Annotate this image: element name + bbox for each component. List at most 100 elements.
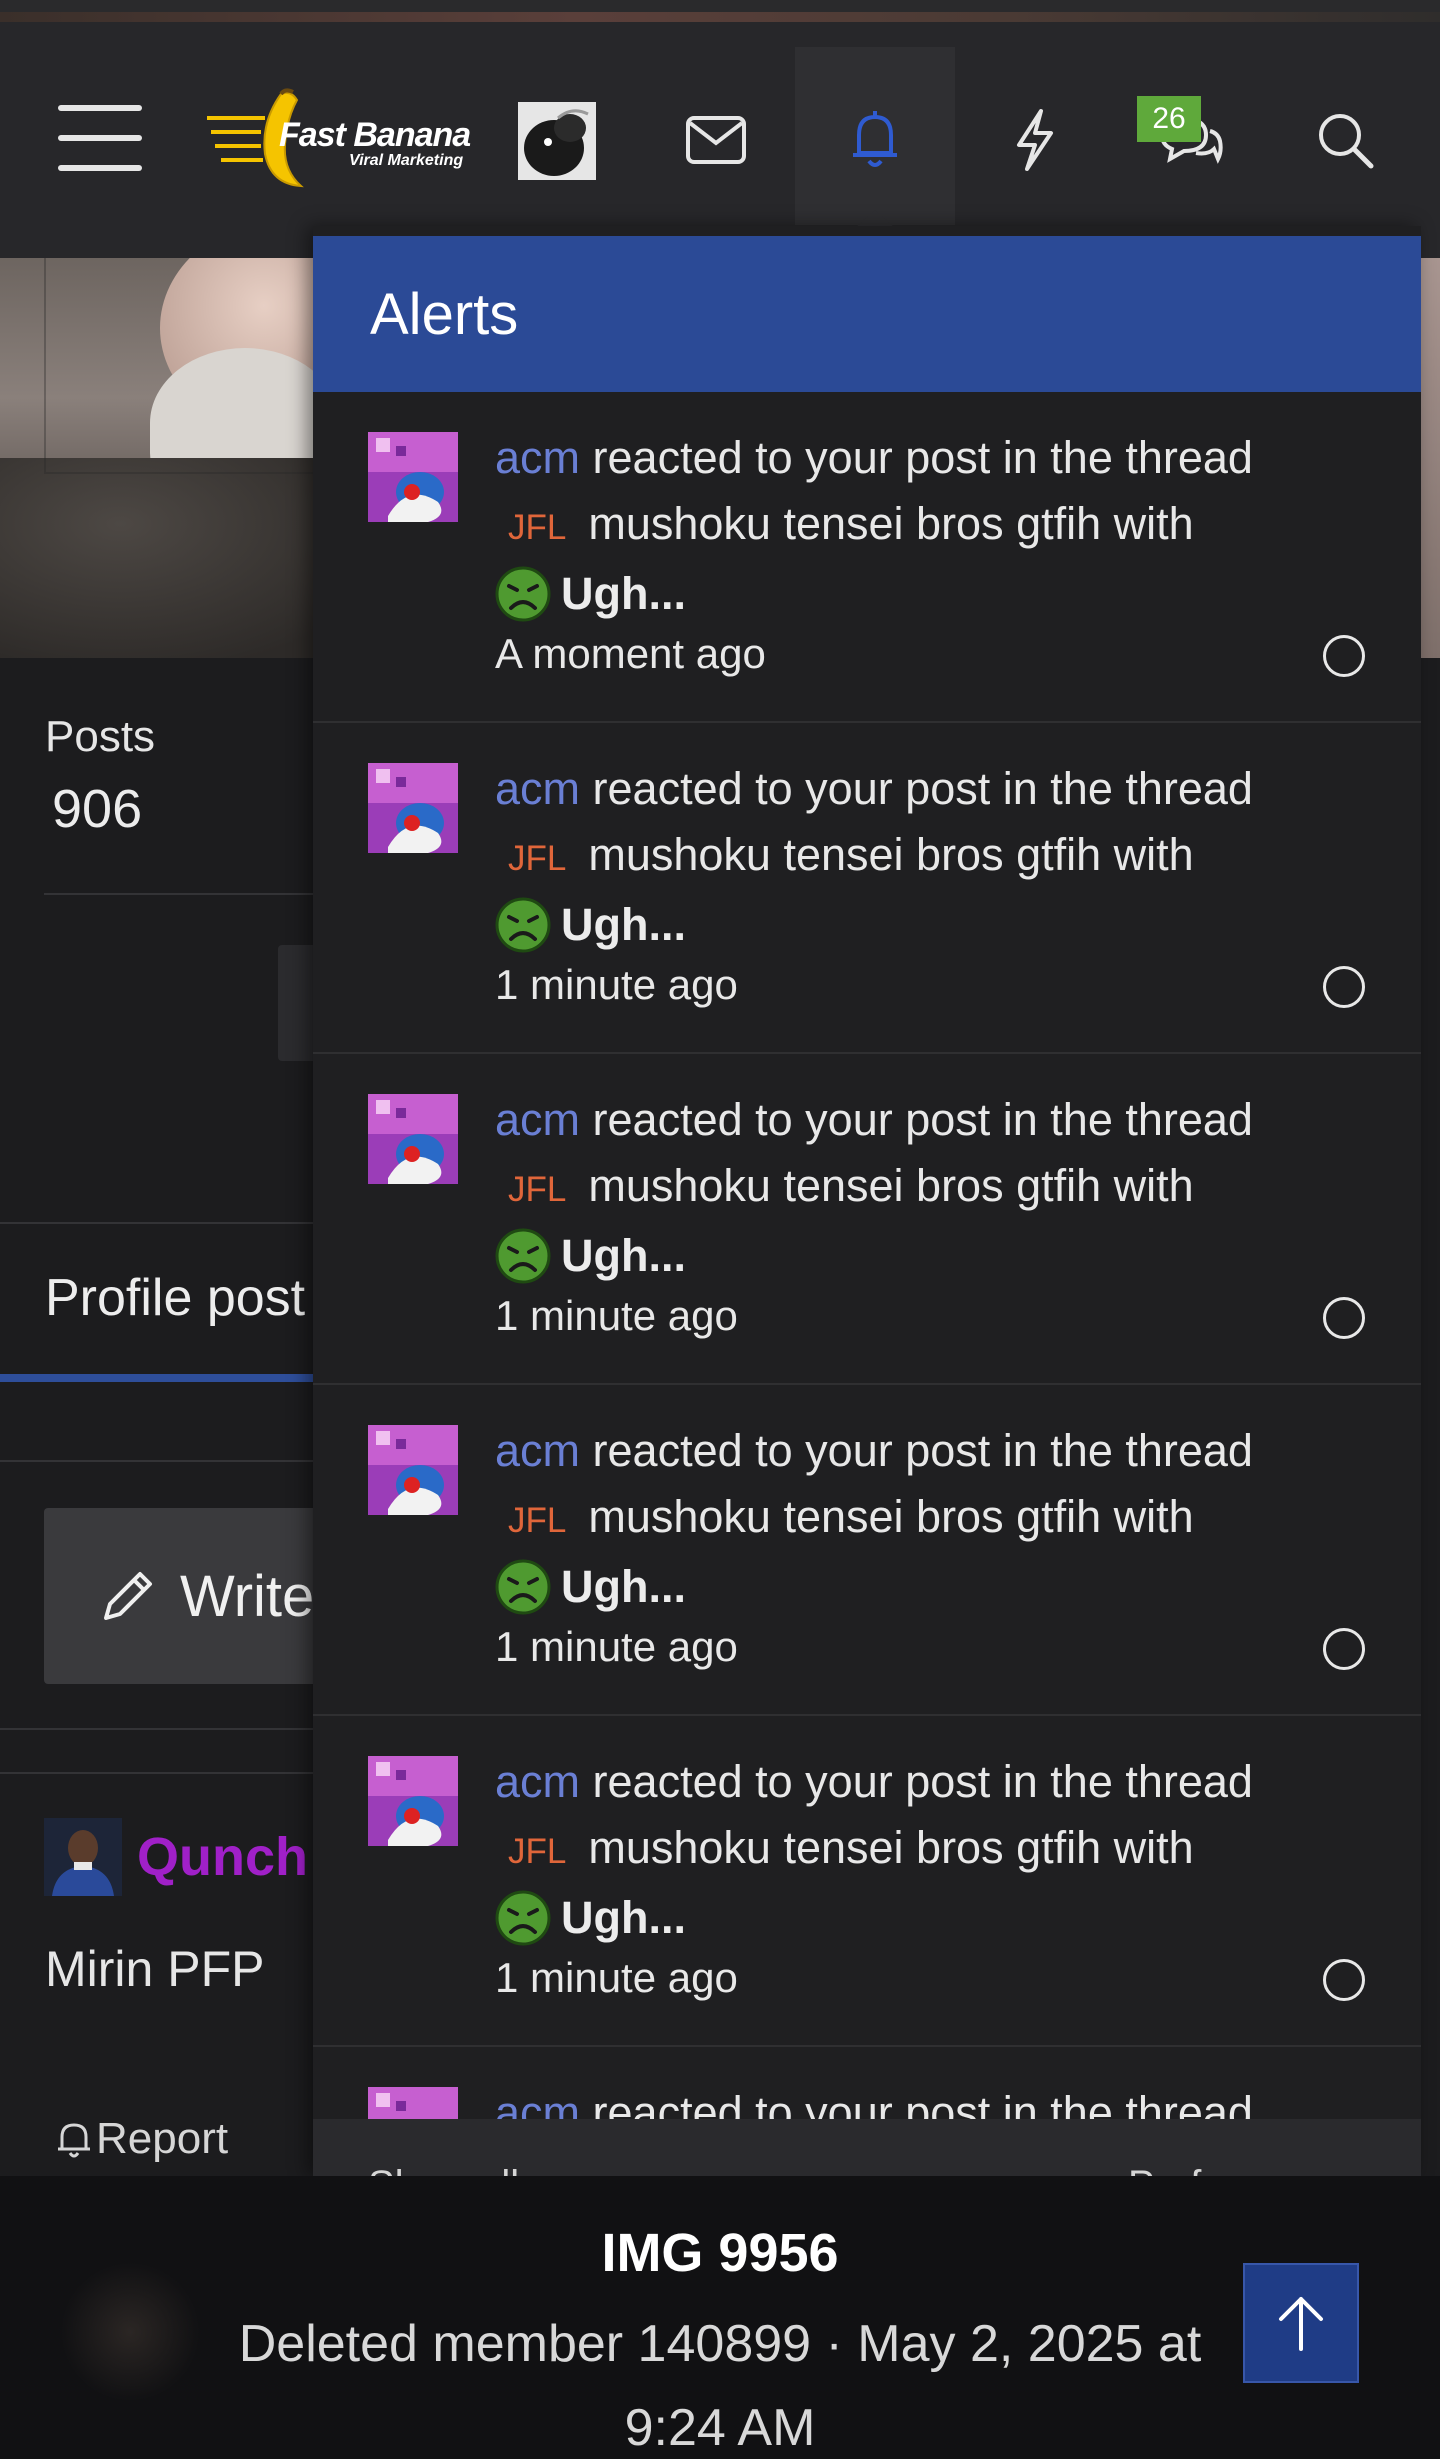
alert-user-avatar[interactable]: [368, 1425, 458, 1515]
thread-prefix: JFL: [508, 839, 567, 878]
alert-action: reacted to your post in the thread: [592, 432, 1253, 483]
alert-action: reacted to your post in the thread: [592, 1756, 1253, 1807]
nauseated-face-icon: [495, 897, 551, 953]
alert-reaction: Ugh...: [495, 897, 686, 953]
alerts-title: Alerts: [370, 281, 519, 347]
alert-with-text: with: [1113, 1822, 1194, 1873]
reaction-label: Ugh...: [561, 1230, 686, 1281]
alert-user-avatar[interactable]: [368, 763, 458, 853]
alert-username[interactable]: acm: [495, 1425, 580, 1476]
thread-prefix: JFL: [508, 1501, 567, 1540]
user-account-avatar[interactable]: [518, 102, 596, 180]
write-button-label: Write: [180, 1563, 315, 1629]
nauseated-face-icon: [495, 1559, 551, 1615]
alert-with-text: with: [1113, 829, 1194, 880]
bell-outline-icon: [58, 2123, 90, 2158]
mark-read-toggle[interactable]: [1323, 635, 1365, 677]
alert-thread-link[interactable]: JFL mushoku tensei bros gtfih with: [508, 1160, 1194, 1212]
alerts-footer: Show all Preferences: [313, 2119, 1421, 2176]
active-tab-indicator: [0, 1374, 320, 1382]
alert-item[interactable]: acm reacted to your post in the thread JF…: [313, 1054, 1421, 1385]
alert-action: reacted to your post in the thread: [592, 763, 1253, 814]
alert-item[interactable]: acm reacted to your post in the thread JF…: [313, 1385, 1421, 1716]
alert-with-text: with: [1113, 1491, 1194, 1542]
show-all-link[interactable]: Show all: [368, 2163, 519, 2176]
mark-read-toggle[interactable]: [1323, 966, 1365, 1008]
alert-text: acm reacted to your post in the thread: [495, 432, 1253, 484]
search-button[interactable]: [1305, 100, 1385, 180]
bell-icon: [853, 111, 897, 167]
nauseated-face-icon: [495, 1228, 551, 1284]
preferences-link[interactable]: Preferences: [1128, 2163, 1344, 2176]
poster-avatar-image: [44, 1818, 122, 1896]
lightbox-image-meta: Deleted member 140899 · May 2, 2025 at 9…: [238, 2315, 1202, 2457]
thread-title: mushoku tensei bros gtfih: [588, 1491, 1102, 1542]
top-image-edge: [0, 12, 1440, 22]
whats-new-button[interactable]: [995, 100, 1075, 180]
alert-item[interactable]: acm reacted to your post in the thread JF…: [313, 392, 1421, 723]
site-logo[interactable]: Fast Banana Viral Marketing: [205, 88, 475, 192]
mark-read-toggle[interactable]: [1323, 1959, 1365, 2001]
alert-user-avatar[interactable]: [368, 1094, 458, 1184]
mark-read-toggle[interactable]: [1323, 1628, 1365, 1670]
posts-stat-label: Posts: [45, 712, 156, 761]
alert-action: reacted to your post in the thread: [592, 1425, 1253, 1476]
reaction-label: Ugh...: [561, 1892, 686, 1943]
messages-button[interactable]: [676, 100, 756, 180]
alert-text: acm reacted to your post in the thread: [495, 1756, 1253, 1808]
thread-title: mushoku tensei bros gtfih: [588, 829, 1102, 880]
logo-subtext: Viral Marketing: [349, 152, 464, 169]
alert-username[interactable]: acm: [495, 763, 580, 814]
thread-prefix: JFL: [508, 1832, 567, 1871]
alert-user-avatar[interactable]: [368, 1756, 458, 1846]
arrow-up-icon: [1279, 2297, 1323, 2351]
lightning-icon: [1017, 109, 1053, 171]
write-profile-post-button[interactable]: Write: [44, 1508, 344, 1684]
alert-thread-link[interactable]: JFL mushoku tensei bros gtfih with: [508, 498, 1194, 550]
alert-text: acm reacted to your post in the thread: [495, 763, 1253, 815]
logo-text: Fast Banana: [279, 116, 471, 154]
alert-user-avatar[interactable]: [368, 432, 458, 522]
alert-thread-link[interactable]: JFL mushoku tensei bros gtfih with: [508, 829, 1194, 881]
alert-timestamp: 1 minute ago: [495, 1954, 738, 2001]
alert-item[interactable]: acm reacted to your post in the thread JF…: [313, 1716, 1421, 2047]
account-avatar-image: [518, 102, 596, 180]
nauseated-face-icon: [495, 1890, 551, 1946]
report-link[interactable]: Report: [52, 2114, 228, 2164]
post-author-name[interactable]: Qunch: [137, 1826, 308, 1888]
alert-reaction: Ugh...: [495, 1890, 686, 1946]
alert-thread-link[interactable]: JFL mushoku tensei bros gtfih with: [508, 1491, 1194, 1543]
avatar[interactable]: [44, 1818, 122, 1896]
post-body-text: Mirin PFP: [45, 1941, 265, 1997]
search-icon: [1319, 114, 1374, 169]
alert-item[interactable]: acm reacted to your post in the thread JF…: [313, 723, 1421, 1054]
mark-read-toggle[interactable]: [1323, 1297, 1365, 1339]
lightbox-image-title: IMG 9956: [601, 2223, 839, 2283]
alert-username[interactable]: acm: [495, 432, 580, 483]
report-label: Report: [96, 2114, 229, 2163]
alert-with-text: with: [1113, 498, 1194, 549]
alert-username[interactable]: acm: [495, 1094, 580, 1145]
tab-profile-posts[interactable]: Profile post: [45, 1268, 305, 1328]
reaction-label: Ugh...: [561, 899, 686, 950]
menu-button[interactable]: [58, 105, 142, 171]
alerts-button[interactable]: [835, 100, 915, 180]
stats-divider: [44, 893, 320, 895]
reaction-label: Ugh...: [561, 568, 686, 619]
alerts-dropdown: Alerts acm reacted to your post in the t…: [313, 226, 1421, 2176]
alerts-header: Alerts: [313, 236, 1421, 392]
alert-thread-link[interactable]: JFL mushoku tensei bros gtfih with: [508, 1822, 1194, 1874]
reaction-label: Ugh...: [561, 1561, 686, 1612]
nauseated-face-icon: [495, 566, 551, 622]
pencil-icon: [104, 1572, 152, 1620]
thread-title: mushoku tensei bros gtfih: [588, 1822, 1102, 1873]
posts-stat-value: 906: [52, 779, 143, 839]
alert-username[interactable]: acm: [495, 1756, 580, 1807]
conversations-count-badge: 26: [1137, 96, 1201, 142]
thread-prefix: JFL: [508, 1170, 567, 1209]
scroll-to-top-button[interactable]: [1243, 2263, 1359, 2383]
composer-divider: [0, 1728, 320, 1730]
alert-text: acm reacted to your post in the thread: [495, 1425, 1253, 1477]
menu-icon-bar: [58, 105, 142, 111]
alert-timestamp: 1 minute ago: [495, 1292, 738, 1339]
